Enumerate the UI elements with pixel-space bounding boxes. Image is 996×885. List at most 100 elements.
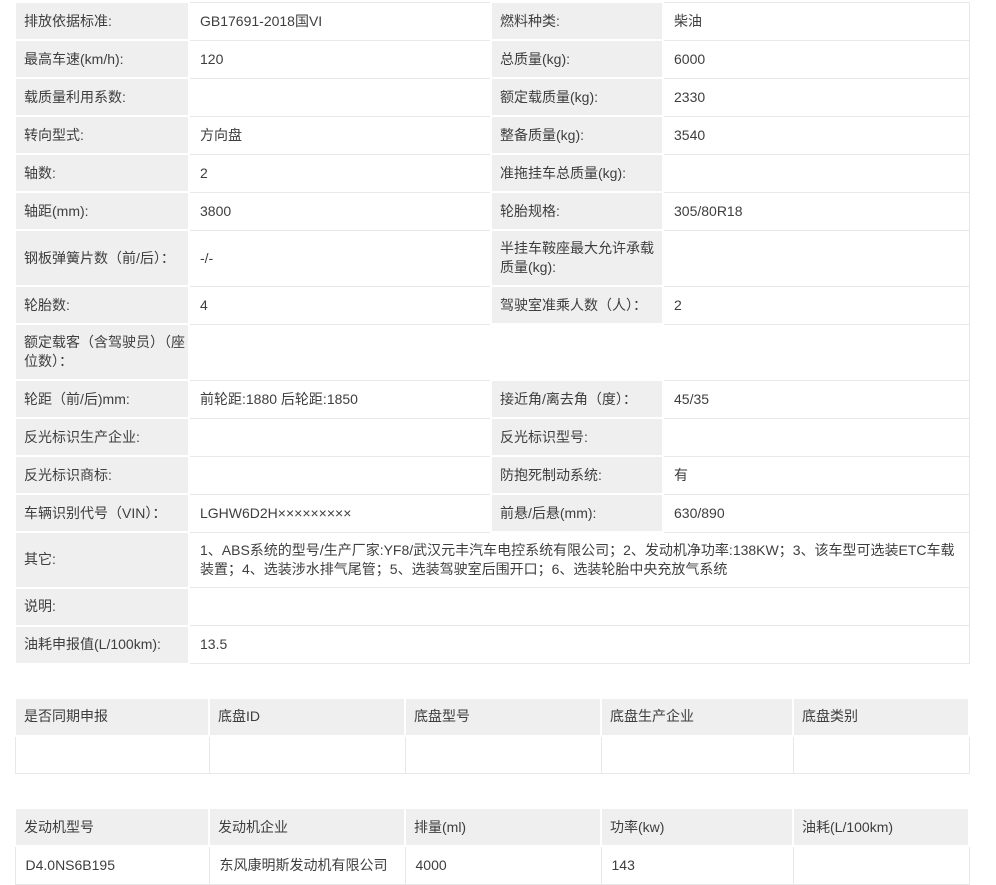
- table-row: [15, 736, 969, 774]
- field-value: GB17691-2018国VI: [189, 2, 491, 40]
- field-value: [189, 78, 491, 116]
- chassis-header-row: 是否同期申报底盘ID底盘型号底盘生产企业底盘类别: [15, 698, 969, 736]
- field-value: [189, 418, 491, 456]
- field-label: 准拖挂车总质量(kg):: [491, 154, 663, 192]
- spec-row: 反光标识商标: 防抱死制动系统:有: [15, 456, 969, 494]
- table-row: D4.0NS6B195东风康明斯发动机有限公司4000143: [15, 846, 969, 884]
- column-header: 底盘类别: [793, 698, 969, 736]
- field-value: -/-: [189, 230, 491, 286]
- field-label: 反光标识型号:: [491, 418, 663, 456]
- field-label: 整备质量(kg):: [491, 116, 663, 154]
- column-header: 排量(ml): [405, 808, 601, 846]
- table-cell: 4000: [405, 846, 601, 884]
- spec-row: 轮胎数:4驾驶室准乘人数（人）：2: [15, 286, 969, 324]
- field-value: 2330: [663, 78, 969, 116]
- spec-row: 车辆识别代号（VIN）：LGHW6D2H×××××××××前悬/后悬(mm):6…: [15, 494, 969, 532]
- field-label: 总质量(kg):: [491, 40, 663, 78]
- field-value: 柴油: [663, 2, 969, 40]
- field-label: 轮胎规格:: [491, 192, 663, 230]
- field-value: LGHW6D2H×××××××××: [189, 494, 491, 532]
- table-cell: D4.0NS6B195: [15, 846, 209, 884]
- table-cell: 143: [601, 846, 793, 884]
- field-value: 305/80R18: [663, 192, 969, 230]
- column-header: 油耗(L/100km): [793, 808, 969, 846]
- engine-header-row: 发动机型号发动机企业排量(ml)功率(kw)油耗(L/100km): [15, 808, 969, 846]
- table-cell: [793, 846, 969, 884]
- field-label: 载质量利用系数:: [15, 78, 189, 116]
- engine-table-body: D4.0NS6B195东风康明斯发动机有限公司4000143: [15, 846, 969, 884]
- field-label: 排放依据标准:: [15, 2, 189, 40]
- column-header: 是否同期申报: [15, 698, 209, 736]
- spec-table-body: 排放依据标准:GB17691-2018国VI燃料种类:柴油最高车速(km/h):…: [15, 2, 969, 664]
- field-value: [663, 230, 969, 286]
- field-label: 轴距(mm):: [15, 192, 189, 230]
- field-label: 反光标识生产企业:: [15, 418, 189, 456]
- chassis-table: 是否同期申报底盘ID底盘型号底盘生产企业底盘类别: [14, 697, 970, 775]
- column-header: 底盘生产企业: [601, 698, 793, 736]
- field-value: 13.5: [189, 626, 969, 664]
- field-value: [189, 588, 969, 626]
- field-value: 有: [663, 456, 969, 494]
- field-value: 3800: [189, 192, 491, 230]
- spec-row: 钢板弹簧片数（前/后）：-/-半挂车鞍座最大允许承载质量(kg):: [15, 230, 969, 286]
- field-label: 燃料种类:: [491, 2, 663, 40]
- spec-row: 额定载客（含驾驶员）（座位数）：: [15, 324, 969, 380]
- spec-row: 油耗申报值(L/100km):13.5: [15, 626, 969, 664]
- table-cell: [15, 736, 209, 774]
- field-value: 1、ABS系统的型号/生产厂家:YF8/武汉元丰汽车电控系统有限公司；2、发动机…: [189, 532, 969, 588]
- field-label: 防抱死制动系统:: [491, 456, 663, 494]
- field-label: 最高车速(km/h):: [15, 40, 189, 78]
- field-label: 反光标识商标:: [15, 456, 189, 494]
- spec-row: 轮距（前/后)mm:前轮距:1880 后轮距:1850接近角/离去角（度）：45…: [15, 380, 969, 418]
- field-label: 前悬/后悬(mm):: [491, 494, 663, 532]
- column-header: 功率(kw): [601, 808, 793, 846]
- spec-row: 轴数:2准拖挂车总质量(kg):: [15, 154, 969, 192]
- column-header: 底盘ID: [209, 698, 405, 736]
- table-cell: [793, 736, 969, 774]
- field-label: 转向型式:: [15, 116, 189, 154]
- field-value: 方向盘: [189, 116, 491, 154]
- spec-row: 排放依据标准:GB17691-2018国VI燃料种类:柴油: [15, 2, 969, 40]
- field-value: [663, 154, 969, 192]
- field-value: 6000: [663, 40, 969, 78]
- field-label: 轮胎数:: [15, 286, 189, 324]
- vehicle-spec-page: 排放依据标准:GB17691-2018国VI燃料种类:柴油最高车速(km/h):…: [0, 0, 996, 885]
- chassis-table-body: [15, 736, 969, 774]
- field-value: 前轮距:1880 后轮距:1850: [189, 380, 491, 418]
- spec-row: 载质量利用系数: 额定载质量(kg):2330: [15, 78, 969, 116]
- spec-row: 轴距(mm):3800轮胎规格:305/80R18: [15, 192, 969, 230]
- table-cell: [405, 736, 601, 774]
- engine-table: 发动机型号发动机企业排量(ml)功率(kw)油耗(L/100km) D4.0NS…: [14, 807, 970, 885]
- spec-row: 最高车速(km/h):120总质量(kg):6000: [15, 40, 969, 78]
- table-cell: 东风康明斯发动机有限公司: [209, 846, 405, 884]
- spec-row: 其它:1、ABS系统的型号/生产厂家:YF8/武汉元丰汽车电控系统有限公司；2、…: [15, 532, 969, 588]
- field-label: 驾驶室准乘人数（人）：: [491, 286, 663, 324]
- field-label: 轮距（前/后)mm:: [15, 380, 189, 418]
- field-label: 额定载客（含驾驶员）（座位数）：: [15, 324, 189, 380]
- field-value: 630/890: [663, 494, 969, 532]
- field-value: 120: [189, 40, 491, 78]
- field-label: 其它:: [15, 532, 189, 588]
- field-value: 2: [663, 286, 969, 324]
- table-cell: [209, 736, 405, 774]
- column-header: 发动机型号: [15, 808, 209, 846]
- field-label: 车辆识别代号（VIN）：: [15, 494, 189, 532]
- spec-row: 转向型式:方向盘整备质量(kg):3540: [15, 116, 969, 154]
- field-value: 3540: [663, 116, 969, 154]
- table-cell: [601, 736, 793, 774]
- spec-row: 反光标识生产企业: 反光标识型号:: [15, 418, 969, 456]
- field-label: 接近角/离去角（度）：: [491, 380, 663, 418]
- field-value: [663, 418, 969, 456]
- field-label: 油耗申报值(L/100km):: [15, 626, 189, 664]
- column-header: 发动机企业: [209, 808, 405, 846]
- field-label: 半挂车鞍座最大允许承载质量(kg):: [491, 230, 663, 286]
- field-label: 额定载质量(kg):: [491, 78, 663, 116]
- field-value: 45/35: [663, 380, 969, 418]
- field-value: 4: [189, 286, 491, 324]
- field-label: 轴数:: [15, 154, 189, 192]
- column-header: 底盘型号: [405, 698, 601, 736]
- field-value: [189, 324, 969, 380]
- field-label: 钢板弹簧片数（前/后）：: [15, 230, 189, 286]
- spec-row: 说明:: [15, 588, 969, 626]
- spec-table: 排放依据标准:GB17691-2018国VI燃料种类:柴油最高车速(km/h):…: [14, 1, 970, 665]
